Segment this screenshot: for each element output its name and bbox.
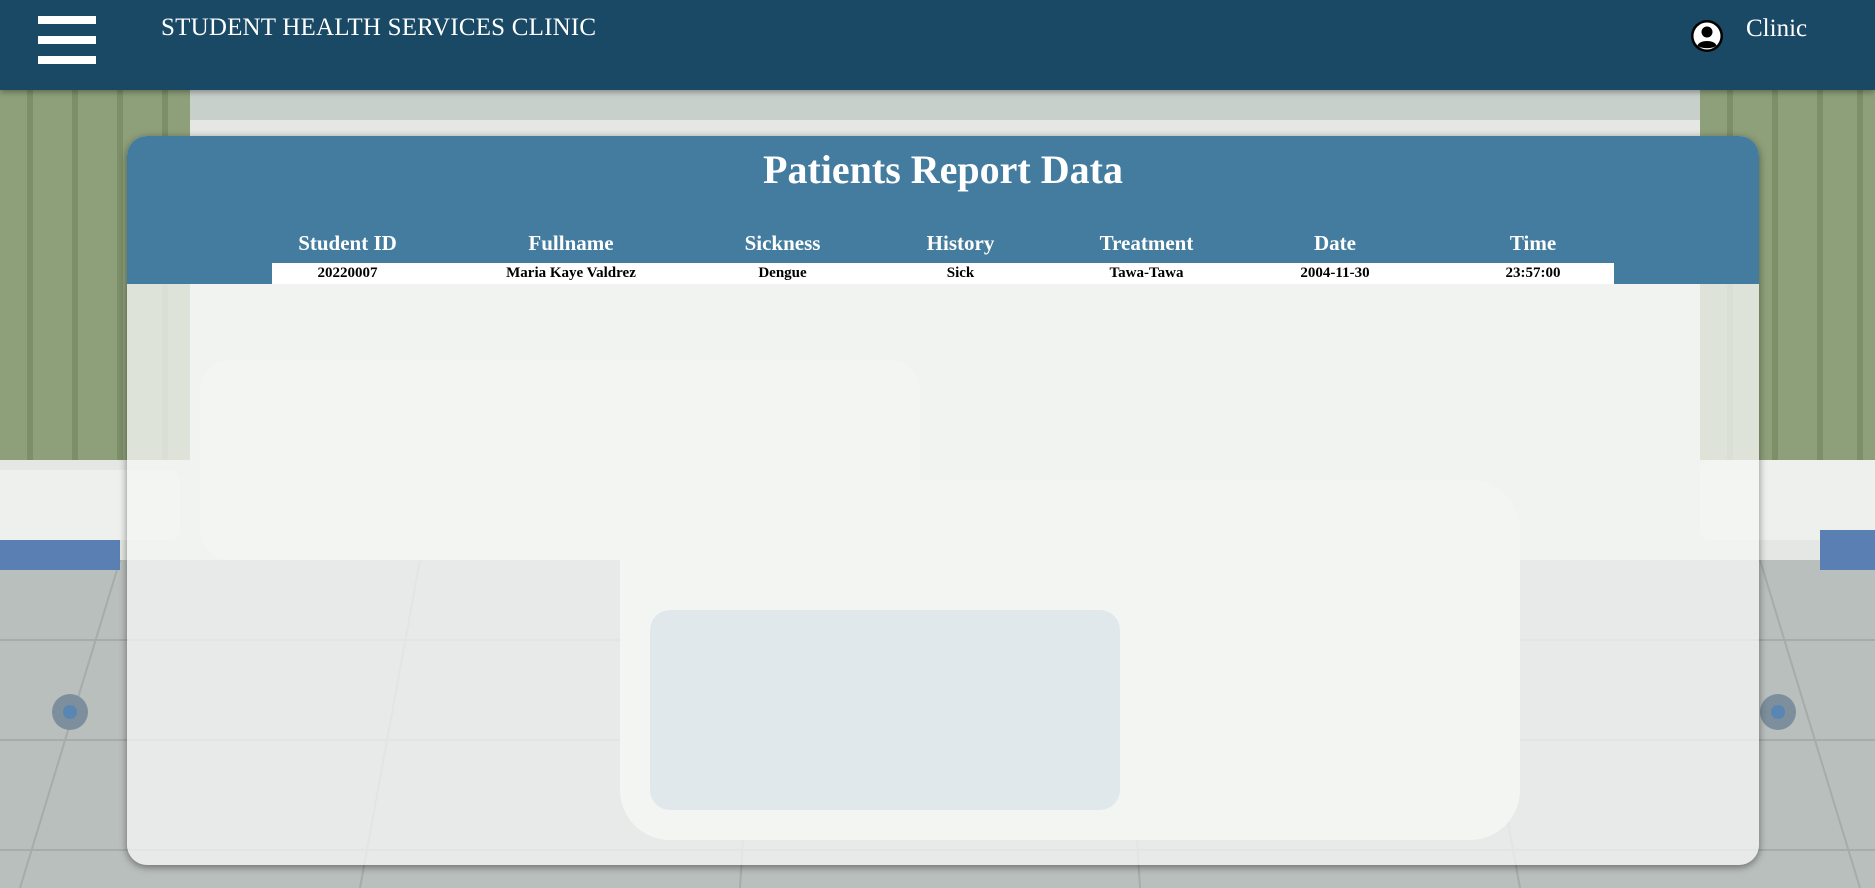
cell-fullname: Maria Kaye Valdrez xyxy=(423,263,719,284)
hamburger-menu-icon[interactable] xyxy=(38,16,96,64)
cell-history: Sick xyxy=(846,263,1075,284)
report-card: Patients Report Data Student ID Fullname… xyxy=(127,136,1759,865)
cell-student-id: 20220007 xyxy=(272,263,423,284)
table-header-row: Student ID Fullname Sickness History Tre… xyxy=(272,224,1614,263)
menu-bar-line xyxy=(38,56,96,64)
menu-bar-line xyxy=(38,16,96,24)
cell-sickness: Dengue xyxy=(719,263,846,284)
column-header-time: Time xyxy=(1509,231,1557,255)
app-title: STUDENT HEALTH SERVICES CLINIC xyxy=(161,14,597,41)
page-title: Patients Report Data xyxy=(763,147,1123,192)
cell-date: 2004-11-30 xyxy=(1218,263,1452,284)
cell-treatment: Tawa-Tawa xyxy=(1075,263,1218,284)
user-circle-icon[interactable] xyxy=(1690,19,1724,53)
patients-report-table: Student ID Fullname Sickness History Tre… xyxy=(272,224,1614,284)
column-header-student-id: Student ID xyxy=(298,231,397,255)
column-header-history: History xyxy=(926,231,995,255)
column-header-sickness: Sickness xyxy=(744,231,821,255)
column-header-treatment: Treatment xyxy=(1099,231,1194,255)
table-row: 20220007 Maria Kaye Valdrez Dengue Sick … xyxy=(272,263,1614,284)
column-header-date: Date xyxy=(1314,231,1356,255)
top-navigation-bar: STUDENT HEALTH SERVICES CLINIC Clinic xyxy=(0,0,1875,90)
cell-time: 23:57:00 xyxy=(1452,263,1614,284)
user-role-label[interactable]: Clinic xyxy=(1746,15,1807,43)
menu-bar-line xyxy=(38,36,96,44)
column-header-fullname: Fullname xyxy=(528,231,614,255)
